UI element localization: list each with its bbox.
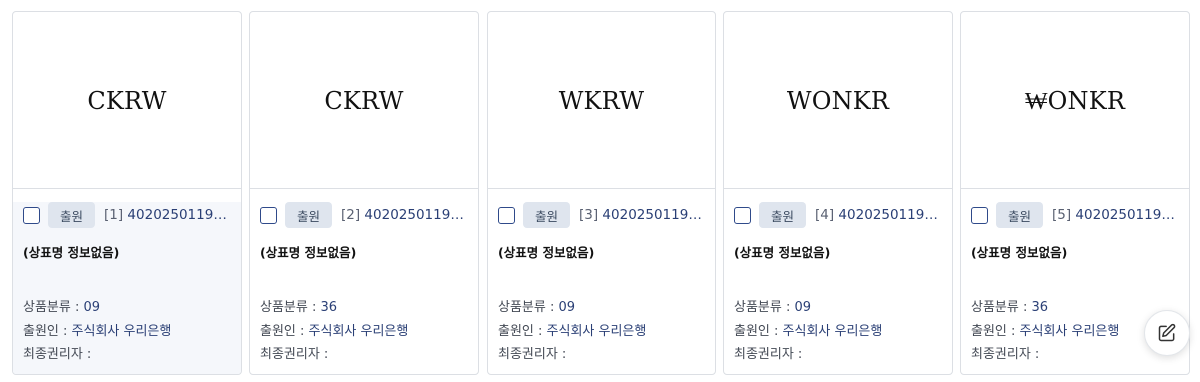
applicant-label: 출원인 : xyxy=(23,323,72,339)
trademark-image[interactable]: CKRW xyxy=(13,12,241,189)
edit-button[interactable] xyxy=(1144,310,1190,356)
trademark-image[interactable]: CKRW xyxy=(250,12,478,189)
card-index: [4] xyxy=(815,207,835,223)
applicant-value: 주식회사 우리은행 xyxy=(71,323,172,339)
card-meta: 상품분류 : 09 출원인 : 주식회사 우리은행 최종권리자 : xyxy=(734,296,942,367)
select-checkbox[interactable] xyxy=(734,206,751,224)
goods-class-row: 상품분류 : 36 xyxy=(260,296,468,320)
select-checkbox[interactable] xyxy=(23,206,40,224)
card-index: [5] xyxy=(1052,207,1072,223)
goods-class-label: 상품분류 : xyxy=(498,300,559,315)
final-right-holder-row: 최종권리자 : xyxy=(498,343,705,367)
goods-class-value: 09 xyxy=(794,300,812,315)
applicant-label: 출원인 : xyxy=(260,323,309,339)
goods-class-label: 상품분류 : xyxy=(23,300,84,315)
application-number: 4020250119… xyxy=(602,207,702,223)
trademark-mark-text: CKRW xyxy=(87,87,167,115)
final-right-holder-row: 최종권리자 : xyxy=(734,343,942,367)
trademark-title: (상표명 정보없음) xyxy=(23,245,120,260)
application-number-link[interactable]: [2] 4020250119… xyxy=(341,207,468,223)
trademark-image[interactable]: WONKR xyxy=(724,12,952,189)
applicant-value: 주식회사 우리은행 xyxy=(308,323,409,339)
card-index: [1] xyxy=(104,207,124,223)
trademark-title: (상표명 정보없음) xyxy=(971,245,1068,260)
card-header-row: 출원 [5] 4020250119… xyxy=(971,202,1179,228)
card-meta: 상품분류 : 36 출원인 : 주식회사 우리은행 최종권리자 : xyxy=(260,296,468,367)
goods-class-value: 36 xyxy=(1031,300,1049,315)
trademark-title: (상표명 정보없음) xyxy=(734,245,831,260)
trademark-image[interactable]: ₩ONKR xyxy=(961,12,1189,189)
status-badge: 출원 xyxy=(996,202,1043,228)
card-info: 출원 [2] 4020250119… (상표명 정보없음) 상품분류 : 36 … xyxy=(250,202,478,374)
final-right-holder-label: 최종권리자 : xyxy=(498,347,567,362)
applicant-label: 출원인 : xyxy=(498,323,547,339)
card-info: 출원 [3] 4020250119… (상표명 정보없음) 상품분류 : 09 … xyxy=(488,202,715,374)
application-number-link[interactable]: [5] 4020250119… xyxy=(1052,207,1179,223)
final-right-holder-label: 최종권리자 : xyxy=(734,347,803,362)
goods-class-label: 상품분류 : xyxy=(971,300,1032,315)
applicant-label: 출원인 : xyxy=(734,323,783,339)
final-right-holder-label: 최종권리자 : xyxy=(971,347,1040,362)
trademark-card[interactable]: CKRW 출원 [1] 4020250119… (상표명 정보없음) 상품분류 … xyxy=(12,11,242,375)
card-header-row: 출원 [4] 4020250119… xyxy=(734,202,942,228)
trademark-card[interactable]: WONKR 출원 [4] 4020250119… (상표명 정보없음) 상품분류… xyxy=(723,11,953,375)
goods-class-label: 상품분류 : xyxy=(260,300,321,315)
trademark-mark-text: WONKR xyxy=(786,87,890,115)
trademark-mark-text: CKRW xyxy=(324,87,404,115)
card-header-row: 출원 [3] 4020250119… xyxy=(498,202,705,228)
application-number-link[interactable]: [1] 4020250119… xyxy=(104,207,231,223)
card-header-row: 출원 [2] 4020250119… xyxy=(260,202,468,228)
applicant-row: 출원인 : 주식회사 우리은행 xyxy=(23,320,231,344)
application-number-link[interactable]: [3] 4020250119… xyxy=(579,207,705,223)
applicant-value: 주식회사 우리은행 xyxy=(1019,323,1120,339)
trademark-image[interactable]: WKRW xyxy=(488,12,715,189)
card-index: [3] xyxy=(579,207,599,223)
status-badge: 출원 xyxy=(285,202,332,228)
final-right-holder-label: 최종권리자 : xyxy=(23,347,92,362)
card-info: 출원 [1] 4020250119… (상표명 정보없음) 상품분류 : 09 … xyxy=(13,202,241,374)
applicant-label: 출원인 : xyxy=(971,323,1020,339)
applicant-row: 출원인 : 주식회사 우리은행 xyxy=(498,320,705,344)
applicant-row: 출원인 : 주식회사 우리은행 xyxy=(260,320,468,344)
goods-class-value: 36 xyxy=(320,300,338,315)
card-index: [2] xyxy=(341,207,361,223)
goods-class-value: 09 xyxy=(558,300,576,315)
application-number: 4020250119… xyxy=(838,207,938,223)
trademark-mark-text: WKRW xyxy=(558,87,645,115)
application-number-link[interactable]: [4] 4020250119… xyxy=(815,207,942,223)
trademark-card[interactable]: WKRW 출원 [3] 4020250119… (상표명 정보없음) 상품분류 … xyxy=(487,11,716,375)
final-right-holder-row: 최종권리자 : xyxy=(260,343,468,367)
goods-class-row: 상품분류 : 09 xyxy=(498,296,705,320)
goods-class-row: 상품분류 : 36 xyxy=(971,296,1179,320)
select-checkbox[interactable] xyxy=(971,206,988,224)
select-checkbox[interactable] xyxy=(498,206,515,224)
status-badge: 출원 xyxy=(48,202,95,228)
goods-class-label: 상품분류 : xyxy=(734,300,795,315)
applicant-value: 주식회사 우리은행 xyxy=(782,323,883,339)
card-meta: 상품분류 : 09 출원인 : 주식회사 우리은행 최종권리자 : xyxy=(23,296,231,367)
card-header-row: 출원 [1] 4020250119… xyxy=(23,202,231,228)
application-number: 4020250119… xyxy=(364,207,464,223)
status-badge: 출원 xyxy=(759,202,806,228)
select-checkbox[interactable] xyxy=(260,206,277,224)
applicant-row: 출원인 : 주식회사 우리은행 xyxy=(734,320,942,344)
final-right-holder-label: 최종권리자 : xyxy=(260,347,329,362)
card-info: 출원 [4] 4020250119… (상표명 정보없음) 상품분류 : 09 … xyxy=(724,202,952,374)
status-badge: 출원 xyxy=(523,202,570,228)
trademark-mark-text: ₩ONKR xyxy=(1024,86,1126,115)
goods-class-row: 상품분류 : 09 xyxy=(734,296,942,320)
card-meta: 상품분류 : 09 출원인 : 주식회사 우리은행 최종권리자 : xyxy=(498,296,705,367)
trademark-title: (상표명 정보없음) xyxy=(498,245,595,260)
trademark-title: (상표명 정보없음) xyxy=(260,245,357,260)
application-number: 4020250119… xyxy=(127,207,227,223)
trademark-card-grid: CKRW 출원 [1] 4020250119… (상표명 정보없음) 상품분류 … xyxy=(0,0,1200,382)
applicant-value: 주식회사 우리은행 xyxy=(546,323,647,339)
goods-class-row: 상품분류 : 09 xyxy=(23,296,231,320)
application-number: 4020250119… xyxy=(1075,207,1175,223)
goods-class-value: 09 xyxy=(83,300,101,315)
trademark-card[interactable]: CKRW 출원 [2] 4020250119… (상표명 정보없음) 상품분류 … xyxy=(249,11,479,375)
edit-icon xyxy=(1158,323,1176,342)
final-right-holder-row: 최종권리자 : xyxy=(23,343,231,367)
